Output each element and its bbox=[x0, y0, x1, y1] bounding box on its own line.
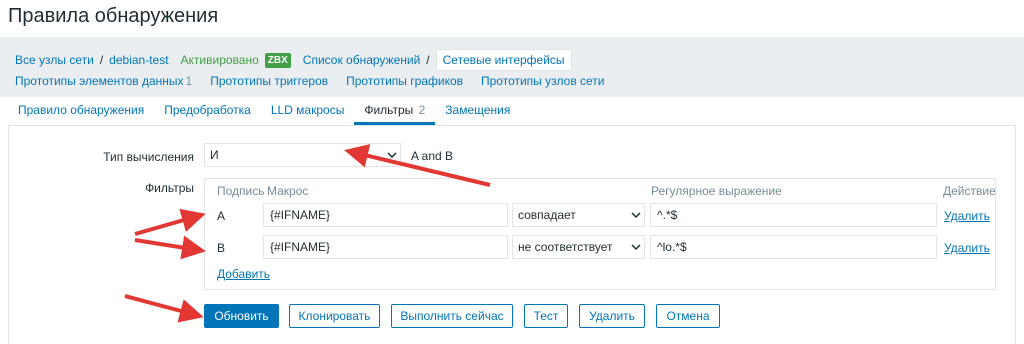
tab-discovery-rule[interactable]: Правило обнаружения bbox=[8, 103, 154, 125]
cancel-button[interactable]: Отмена bbox=[656, 304, 720, 328]
filter-row-label: A bbox=[217, 209, 226, 223]
execute-now-button[interactable]: Выполнить сейчас bbox=[391, 304, 513, 328]
subnav-count: 1 bbox=[185, 74, 193, 88]
regex-value: ^lo.*$ bbox=[657, 240, 687, 254]
delete-button[interactable]: Удалить bbox=[579, 304, 645, 328]
page-title: Правила обнаружения bbox=[8, 5, 219, 27]
clone-button[interactable]: Клонировать bbox=[289, 304, 380, 328]
calc-type-label: Тип вычисления bbox=[103, 150, 194, 164]
breadcrumb-all-hosts[interactable]: Все узлы сети bbox=[15, 53, 94, 67]
tab-lld-macros[interactable]: LLD макросы bbox=[261, 103, 355, 125]
column-header-macro: Макрос bbox=[267, 184, 309, 198]
column-header-regex: Регулярное выражение bbox=[651, 184, 782, 198]
breadcrumb: Все узлы сети / debian-test Активировано… bbox=[15, 49, 572, 71]
subnav-label: Прототипы элементов данных bbox=[15, 74, 184, 88]
macro-input[interactable]: {#IFNAME} bbox=[263, 235, 508, 259]
breadcrumb-host[interactable]: debian-test bbox=[109, 53, 168, 67]
macro-value: {#IFNAME} bbox=[270, 208, 331, 222]
filter-row-label: B bbox=[217, 241, 226, 255]
regex-input[interactable]: ^lo.*$ bbox=[650, 235, 937, 259]
subnav-item-prototypes-hosts[interactable]: Прототипы узлов сети bbox=[481, 74, 605, 88]
remove-filter-link[interactable]: Удалить bbox=[944, 209, 990, 223]
breadcrumb-separator: / bbox=[99, 53, 104, 67]
operator-value: не соответствует bbox=[518, 240, 613, 254]
chevron-down-icon bbox=[628, 236, 644, 258]
navigation-area: Все узлы сети / debian-test Активировано… bbox=[0, 37, 1024, 97]
subnav-item-prototypes-triggers[interactable]: Прототипы триггеров bbox=[210, 74, 328, 88]
breadcrumb-current[interactable]: Сетевые интерфейсы bbox=[435, 49, 572, 71]
calc-type-select[interactable]: И bbox=[204, 143, 401, 167]
regex-input[interactable]: ^.*$ bbox=[650, 203, 937, 227]
operator-select[interactable]: совпадает bbox=[512, 203, 645, 227]
filters-table: Подпись Макрос Регулярное выражение Дейс… bbox=[204, 178, 996, 290]
tab-count: 2 bbox=[418, 103, 426, 117]
zbx-status-badge: ZBX bbox=[264, 52, 291, 68]
tab-overrides[interactable]: Замещения bbox=[435, 103, 520, 125]
update-button[interactable]: Обновить bbox=[204, 304, 279, 328]
prototype-nav: Прототипы элементов данных 1 Прототипы тр… bbox=[15, 74, 623, 88]
filters-form: Тип вычисления И A and B Фильтры Подпись… bbox=[8, 126, 1016, 344]
breadcrumb-discovery-list[interactable]: Список обнаружений bbox=[303, 53, 421, 67]
tab-label: Фильтры bbox=[364, 103, 414, 117]
host-status[interactable]: Активировано bbox=[181, 53, 259, 67]
breadcrumb-separator: / bbox=[426, 53, 430, 67]
macro-input[interactable]: {#IFNAME} bbox=[263, 203, 508, 227]
operator-select[interactable]: не соответствует bbox=[512, 235, 645, 259]
add-filter-link[interactable]: Добавить bbox=[217, 267, 270, 281]
calc-formula: A and B bbox=[411, 149, 454, 163]
tab-bar: Правило обнаружения Предобработка LLD ма… bbox=[8, 98, 1016, 126]
macro-value: {#IFNAME} bbox=[270, 240, 331, 254]
regex-value: ^.*$ bbox=[657, 208, 678, 222]
chevron-down-icon bbox=[628, 204, 644, 226]
subnav-item-prototypes-items[interactable]: Прототипы элементов данных 1 bbox=[15, 74, 192, 88]
tab-filters[interactable]: Фильтры 2 bbox=[354, 103, 436, 125]
calc-type-value: И bbox=[210, 148, 219, 162]
chevron-down-icon bbox=[384, 144, 400, 166]
column-header-action: Действие bbox=[943, 184, 996, 198]
test-button[interactable]: Тест bbox=[524, 304, 568, 328]
filters-label: Фильтры bbox=[145, 181, 194, 195]
tab-preprocessing[interactable]: Предобработка bbox=[154, 103, 261, 125]
column-header-label: Подпись bbox=[217, 184, 265, 198]
subnav-item-prototypes-graphs[interactable]: Прототипы графиков bbox=[346, 74, 463, 88]
operator-value: совпадает bbox=[518, 208, 576, 222]
remove-filter-link[interactable]: Удалить bbox=[944, 241, 990, 255]
